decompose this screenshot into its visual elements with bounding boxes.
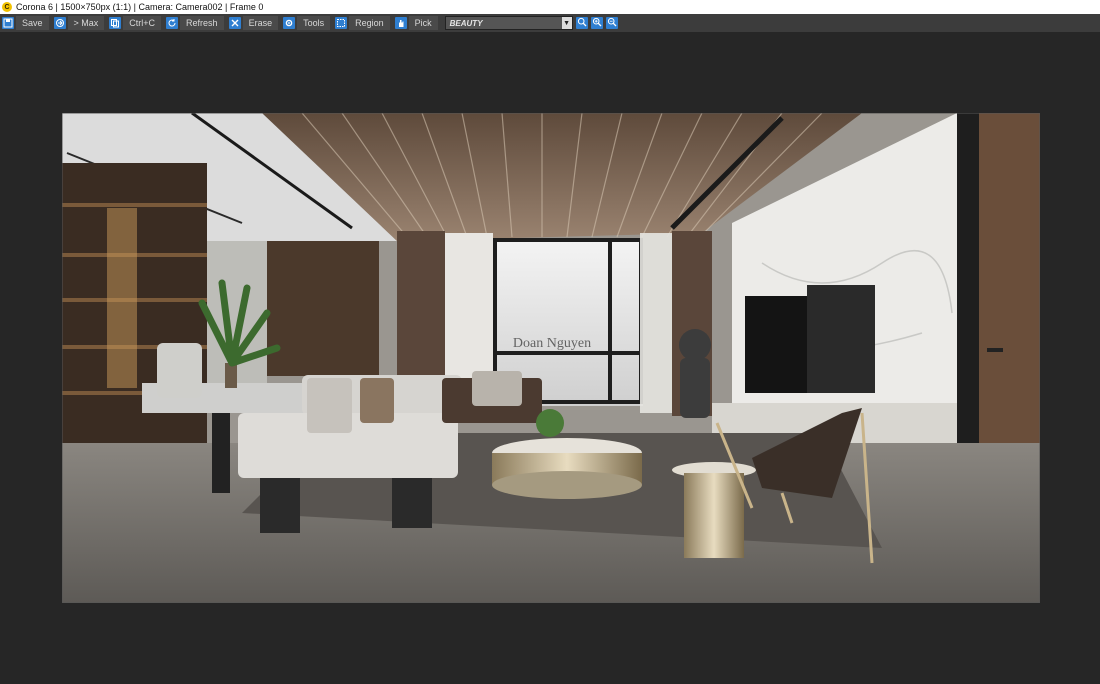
figurine-body — [680, 358, 710, 418]
gear-icon — [283, 17, 296, 29]
copy-button[interactable]: Ctrl+C — [107, 15, 162, 31]
render-pass-select[interactable]: BEAUTY ▼ — [444, 16, 573, 30]
rendered-image: Doan Nguyen — [62, 113, 1040, 603]
sofa-side-table — [260, 478, 300, 533]
shelf-glow — [107, 208, 137, 388]
vfb-toolbar: Save > Max Ctrl+C Refresh Erase Tools Re… — [0, 14, 1100, 32]
refresh-button[interactable]: Refresh — [164, 15, 224, 31]
pick-icon — [394, 17, 407, 29]
region-button[interactable]: Region — [333, 15, 390, 31]
copy-label: Ctrl+C — [123, 16, 162, 30]
erase-icon — [228, 17, 241, 29]
erase-label: Erase — [242, 16, 279, 30]
window-title: Corona 6 | 1500×750px (1:1) | Camera: Ca… — [16, 2, 264, 12]
refresh-label: Refresh — [180, 16, 224, 30]
sofa-cushion — [360, 378, 394, 423]
watermark-text: Doan Nguyen — [513, 336, 591, 351]
corona-app-icon: C — [2, 2, 12, 12]
coffee-table-bottom — [492, 471, 642, 499]
zoom-out-button[interactable] — [605, 14, 618, 32]
copy-icon — [109, 17, 122, 29]
title-bar: C Corona 6 | 1500×750px (1:1) | Camera: … — [0, 0, 1100, 14]
region-label: Region — [349, 16, 390, 30]
zoom-fit-icon — [577, 14, 587, 32]
curtain-sheer-right — [640, 233, 672, 413]
max-button[interactable]: > Max — [52, 15, 105, 31]
pick-button[interactable]: Pick — [393, 15, 438, 31]
max-label: > Max — [67, 16, 105, 30]
gold-side-table-body — [684, 473, 744, 558]
tv-screen-reflection — [807, 285, 875, 393]
save-button[interactable]: Save — [0, 15, 49, 31]
plant-pot — [225, 363, 237, 388]
table-plant — [536, 409, 564, 437]
refresh-icon — [166, 17, 179, 29]
wood-wall-panel — [267, 241, 379, 376]
door-handle — [987, 348, 1003, 352]
save-label: Save — [16, 16, 49, 30]
zoom-in-icon — [592, 14, 602, 32]
sofa-side-table-2 — [392, 478, 432, 528]
chevron-down-icon: ▼ — [561, 17, 572, 29]
sofa-cushion-2 — [307, 378, 352, 433]
render-pass-value: BEAUTY — [449, 18, 483, 28]
zoom-in-button[interactable] — [590, 14, 603, 32]
tools-label: Tools — [297, 16, 331, 30]
save-icon — [2, 17, 14, 29]
desk-chair — [157, 343, 202, 398]
erase-button[interactable]: Erase — [227, 15, 279, 31]
zoom-fit-button[interactable] — [575, 14, 588, 32]
figurine-head — [679, 329, 711, 361]
region-icon — [335, 17, 348, 29]
max-icon — [53, 17, 66, 29]
render-viewport[interactable]: Doan Nguyen — [0, 32, 1100, 684]
pick-label: Pick — [408, 16, 438, 30]
zoom-out-icon — [607, 14, 617, 32]
rear-sofa-cushion — [472, 371, 522, 406]
tools-button[interactable]: Tools — [281, 15, 331, 31]
desk-leg — [212, 413, 230, 493]
